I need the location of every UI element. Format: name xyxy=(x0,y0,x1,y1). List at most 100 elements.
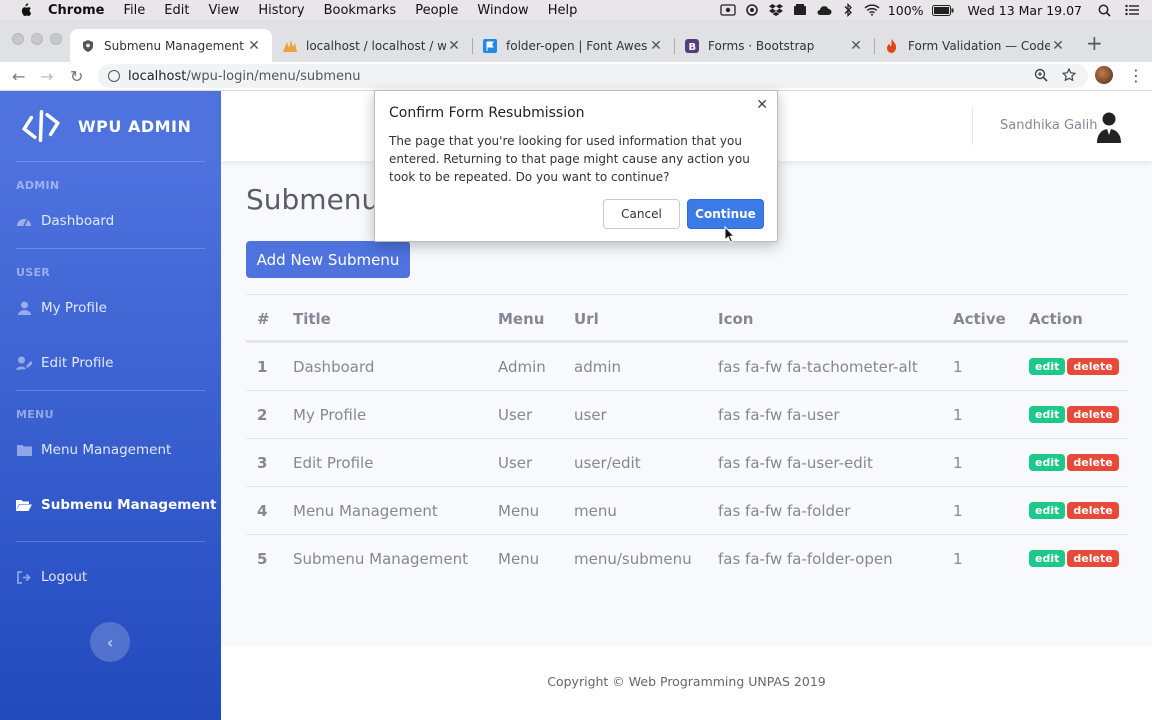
sidebar-brand[interactable]: WPU ADMIN xyxy=(21,109,191,143)
apple-icon[interactable] xyxy=(18,3,32,17)
row-title: Submenu Management xyxy=(293,549,468,568)
site-info-icon[interactable] xyxy=(108,70,120,82)
notification-center-icon[interactable] xyxy=(1124,3,1140,17)
delete-button[interactable]: delete xyxy=(1067,406,1119,423)
tab-submenu-management[interactable]: Submenu Management ✕ xyxy=(70,29,272,62)
sidebar-heading-menu: MENU xyxy=(16,408,54,421)
edit-button[interactable]: edit xyxy=(1029,502,1066,519)
topbar-username[interactable]: Sandhika Galih xyxy=(1000,118,1097,133)
reload-button[interactable]: ↻ xyxy=(70,67,83,86)
clock[interactable]: Wed 13 Mar 19.07 xyxy=(968,3,1082,18)
spotlight-search-icon[interactable] xyxy=(1096,3,1112,17)
screen-record-icon[interactable] xyxy=(720,3,736,17)
bluetooth-icon[interactable] xyxy=(840,3,856,17)
row-actions: edit delete xyxy=(1029,439,1121,486)
tab-close-icon[interactable]: ✕ xyxy=(848,38,864,54)
col-header-menu: Menu xyxy=(498,310,545,328)
menu-app-chrome[interactable]: Chrome xyxy=(48,3,105,18)
row-menu: User xyxy=(498,453,533,472)
topbar-divider xyxy=(972,107,973,145)
code-logo-icon xyxy=(21,109,61,143)
menu-people[interactable]: People xyxy=(415,3,458,18)
row-actions: edit delete xyxy=(1029,391,1121,438)
tab-font-awesome[interactable]: folder-open | Font Awesome ✕ xyxy=(472,29,674,62)
cloud-icon[interactable] xyxy=(816,3,832,17)
tab-close-icon[interactable]: ✕ xyxy=(1050,38,1066,54)
sidebar-heading-user: USER xyxy=(16,266,51,279)
delete-button[interactable]: delete xyxy=(1067,358,1119,375)
user-avatar-icon[interactable] xyxy=(1097,111,1121,143)
drive-icon[interactable] xyxy=(792,3,808,17)
menu-bookmarks[interactable]: Bookmarks xyxy=(324,3,397,18)
delete-button[interactable]: delete xyxy=(1067,454,1119,471)
dialog-title: Confirm Form Resubmission xyxy=(389,105,585,121)
add-new-submenu-button[interactable]: Add New Submenu xyxy=(246,241,410,278)
user-icon xyxy=(16,301,32,315)
back-button[interactable]: ← xyxy=(12,67,25,86)
row-actions: edit delete xyxy=(1029,487,1121,534)
window-close-button[interactable] xyxy=(12,33,24,45)
address-bar[interactable]: localhost/wpu-login/menu/submenu xyxy=(98,64,1088,88)
row-title: Edit Profile xyxy=(293,453,374,472)
row-number: 4 xyxy=(257,501,268,520)
new-tab-button[interactable]: + xyxy=(1086,33,1103,53)
row-icon: fas fa-fw fa-user xyxy=(718,405,840,424)
chevron-left-icon: ‹ xyxy=(106,632,114,652)
menu-view[interactable]: View xyxy=(208,3,239,18)
forward-button[interactable]: → xyxy=(40,67,53,86)
flame-icon xyxy=(884,38,900,54)
menu-window[interactable]: Window xyxy=(477,3,528,18)
sidebar-item-dashboard[interactable]: Dashboard xyxy=(16,210,114,232)
table-row: 2 My Profile User user fas fa-fw fa-user… xyxy=(246,390,1128,438)
row-menu: Menu xyxy=(498,549,540,568)
menu-help[interactable]: Help xyxy=(548,3,578,18)
sidebar-item-label: Submenu Management xyxy=(41,497,217,513)
table-row: 1 Dashboard Admin admin fas fa-fw fa-tac… xyxy=(246,342,1128,390)
row-menu: User xyxy=(498,405,533,424)
battery-icon[interactable] xyxy=(931,3,954,17)
browser-menu-icon[interactable]: ⋮ xyxy=(1128,66,1144,85)
edit-button[interactable]: edit xyxy=(1029,406,1066,423)
menu-edit[interactable]: Edit xyxy=(164,3,189,18)
tab-phpmyadmin[interactable]: localhost / localhost / wpu_lo ✕ xyxy=(272,29,472,62)
wifi-icon[interactable] xyxy=(864,3,880,17)
dialog-close-icon[interactable]: ✕ xyxy=(756,97,768,113)
phpmyadmin-icon xyxy=(282,38,298,54)
continue-button[interactable]: Continue xyxy=(687,199,764,229)
delete-button[interactable]: delete xyxy=(1067,550,1119,567)
submenu-table: # Title Menu Url Icon Active Action 1 Da… xyxy=(246,294,1128,582)
tab-close-icon[interactable]: ✕ xyxy=(246,38,262,54)
cancel-button[interactable]: Cancel xyxy=(603,199,680,229)
browser-toolbar: ← → ↻ localhost/wpu-login/menu/submenu xyxy=(0,62,1152,91)
creative-cloud-icon[interactable] xyxy=(744,3,760,17)
col-header-action: Action xyxy=(1029,310,1083,328)
window-zoom-button[interactable] xyxy=(50,33,62,45)
zoom-icon[interactable] xyxy=(1034,68,1048,82)
delete-button[interactable]: delete xyxy=(1067,502,1119,519)
sidebar-item-label: My Profile xyxy=(41,300,107,316)
sidebar-item-logout[interactable]: Logout xyxy=(16,566,87,588)
tab-codeigniter[interactable]: Form Validation — CodeIgniter ✕ xyxy=(874,29,1076,62)
shield-icon xyxy=(80,38,96,54)
menu-file[interactable]: File xyxy=(124,3,146,18)
sign-out-icon xyxy=(16,570,32,584)
edit-button[interactable]: edit xyxy=(1029,550,1066,567)
tab-close-icon[interactable]: ✕ xyxy=(648,38,664,54)
sidebar-toggle-button[interactable]: ‹ xyxy=(90,622,130,662)
menu-history[interactable]: History xyxy=(258,3,304,18)
tab-close-icon[interactable]: ✕ xyxy=(446,38,462,54)
dropbox-icon[interactable] xyxy=(768,3,784,17)
sidebar-item-my-profile[interactable]: My Profile xyxy=(16,297,107,319)
edit-button[interactable]: edit xyxy=(1029,358,1066,375)
url-host: localhost xyxy=(128,68,187,84)
sidebar-item-edit-profile[interactable]: Edit Profile xyxy=(16,352,113,374)
tab-bootstrap-forms[interactable]: B Forms · Bootstrap ✕ xyxy=(674,29,874,62)
edit-button[interactable]: edit xyxy=(1029,454,1066,471)
sidebar-item-submenu-management[interactable]: Submenu Management xyxy=(16,494,217,516)
tab-title: Submenu Management xyxy=(104,38,244,53)
profile-avatar[interactable] xyxy=(1095,66,1113,84)
bookmark-star-icon[interactable] xyxy=(1062,68,1076,82)
sidebar-item-menu-management[interactable]: Menu Management xyxy=(16,439,171,461)
window-minimize-button[interactable] xyxy=(31,33,43,45)
row-url: menu xyxy=(574,501,617,520)
